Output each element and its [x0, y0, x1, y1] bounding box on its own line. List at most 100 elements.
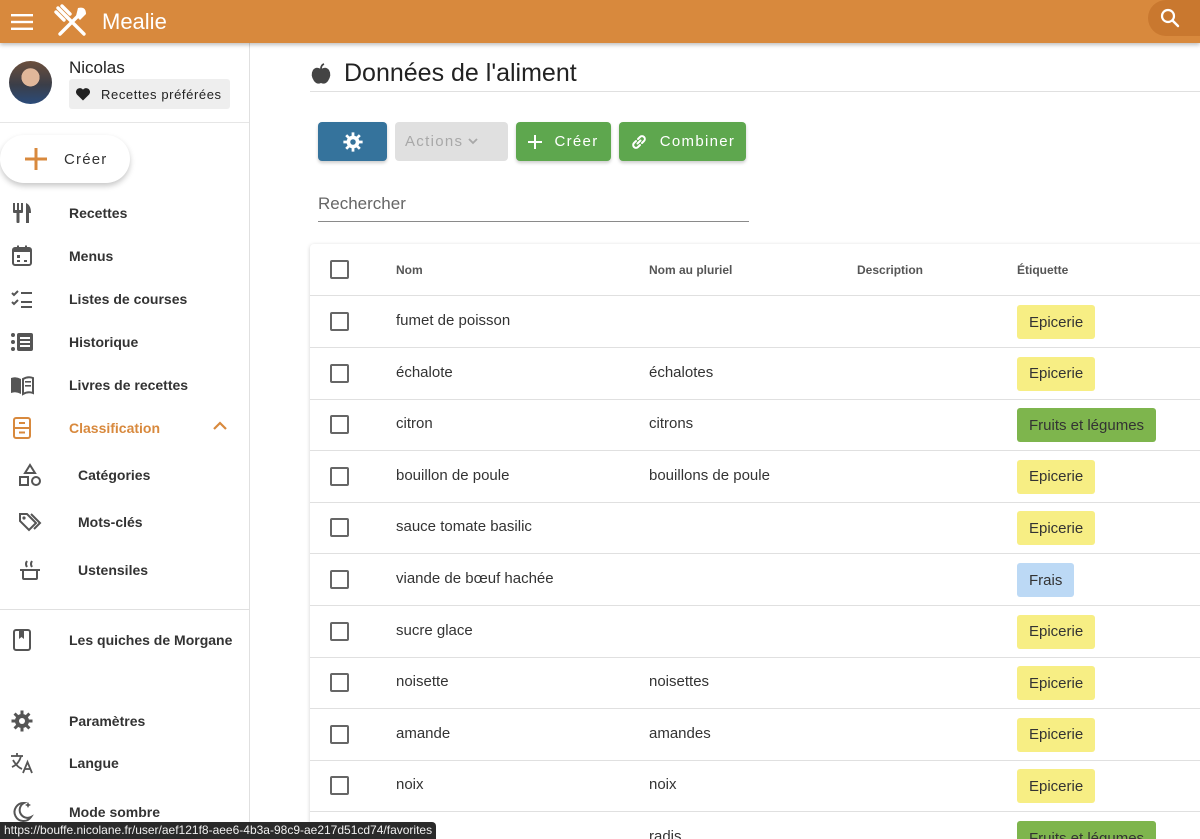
row-checkbox[interactable] [330, 776, 349, 796]
row-checkbox[interactable] [330, 673, 349, 693]
tags-icon [19, 513, 42, 532]
actions-label: Actions [405, 133, 464, 150]
label-chip[interactable]: Fruits et légumes [1017, 821, 1157, 839]
sidebar-item-label: Mode sombre [69, 804, 161, 820]
apple-icon [311, 63, 331, 84]
table-header: Nom Nom au pluriel Description Étiquette [310, 244, 1200, 296]
table-row[interactable]: échalote échalotes Epicerie [310, 348, 1200, 400]
sidebar-item-parametres[interactable]: Paramètres [0, 701, 249, 741]
column-header-plural[interactable]: Nom au pluriel [649, 263, 732, 277]
chevron-up-icon[interactable] [210, 416, 230, 436]
cell-name: sauce tomate basilic [396, 518, 532, 536]
row-checkbox[interactable] [330, 363, 349, 383]
row-checkbox[interactable] [330, 724, 349, 744]
create-food-label: Créer [554, 133, 599, 150]
sidebar-item-label: Catégories [78, 467, 151, 483]
app-bar: Mealie [0, 0, 1200, 43]
label-chip[interactable]: Epicerie [1017, 305, 1096, 339]
label-chip[interactable]: Epicerie [1017, 511, 1096, 546]
user-profile: Nicolas Recettes préférées [0, 43, 249, 123]
label-chip[interactable]: Epicerie [1017, 769, 1096, 804]
cell-name: échalote [396, 363, 453, 381]
sidebar-item-label: Listes de courses [69, 291, 188, 307]
sidebar-item-label: Recettes [69, 205, 128, 221]
create-button[interactable]: Créer [0, 135, 130, 183]
sidebar-item-ustensiles[interactable]: Ustensiles [0, 550, 249, 590]
label-chip[interactable]: Fruits et légumes [1017, 408, 1157, 443]
combine-label: Combiner [659, 133, 736, 150]
row-checkbox[interactable] [330, 466, 349, 486]
table-row[interactable]: radis Fruits et légumes [310, 812, 1200, 839]
column-header-name[interactable]: Nom [396, 263, 423, 277]
sidebar-item-label: Langue [69, 755, 119, 771]
table-row[interactable]: fumet de poisson Epicerie [310, 296, 1200, 348]
sidebar-item-classification[interactable]: Classification [0, 408, 249, 448]
cell-name: sucre glace [396, 621, 473, 639]
label-chip[interactable]: Epicerie [1017, 717, 1096, 752]
label-chip[interactable]: Frais [1017, 563, 1075, 597]
create-label: Créer [64, 150, 108, 168]
moon-icon [13, 801, 34, 822]
row-checkbox[interactable] [330, 621, 349, 641]
pot-icon [20, 560, 40, 580]
sidebar-item-listes-de-courses[interactable]: Listes de courses [0, 279, 249, 319]
cell-name: citron [396, 415, 433, 433]
app-title[interactable]: Mealie [102, 9, 167, 35]
column-header-description[interactable]: Description [857, 263, 923, 277]
sidebar-item-categories[interactable]: Catégories [0, 455, 249, 495]
table-row[interactable]: sauce tomate basilic Epicerie [310, 502, 1200, 555]
cell-plural: échalotes [649, 363, 714, 381]
sidebar-item-label: Classification [69, 420, 161, 436]
search-icon [1160, 8, 1180, 28]
cell-name: bouillon de poule [396, 466, 510, 484]
label-chip[interactable]: Epicerie [1017, 356, 1096, 391]
gear-icon [11, 710, 33, 732]
sidebar-item-recettes[interactable]: Recettes [0, 193, 249, 233]
column-header-label[interactable]: Étiquette [1017, 263, 1068, 277]
table-row[interactable]: bouillon de poule bouillons de poule Epice… [310, 451, 1200, 503]
sidebar-item-historique[interactable]: Historique [0, 322, 249, 362]
menu-icon[interactable] [0, 0, 44, 43]
cell-plural: noisettes [649, 673, 710, 691]
table-row[interactable]: noix noix Epicerie [310, 760, 1200, 813]
favorites-chip[interactable]: Recettes préférées [69, 79, 230, 109]
settings-button[interactable] [318, 122, 387, 161]
table-row[interactable]: citron citrons Fruits et légumes [310, 399, 1200, 452]
table-row[interactable]: amande amandes Epicerie [310, 709, 1200, 761]
row-checkbox[interactable] [330, 312, 349, 331]
avatar[interactable] [9, 61, 52, 104]
row-checkbox[interactable] [330, 570, 349, 589]
checklist-icon [11, 290, 32, 308]
sidebar-item-label: Historique [69, 334, 139, 350]
select-all-checkbox[interactable] [330, 260, 349, 279]
sidebar-item-livres-de-recettes[interactable]: Livres de recettes [0, 365, 249, 405]
row-checkbox[interactable] [330, 415, 349, 435]
sidebar-item-label: Ustensiles [78, 562, 149, 578]
row-checkbox[interactable] [330, 518, 349, 538]
sidebar-item-cookbook[interactable]: Les quiches de Morgane [0, 620, 249, 660]
label-chip[interactable]: Epicerie [1017, 614, 1096, 649]
table-row[interactable]: sucre glace Epicerie [310, 606, 1200, 658]
label-chip[interactable]: Epicerie [1017, 459, 1096, 494]
user-name: Nicolas [69, 58, 125, 77]
sidebar-item-label: Mots-clés [78, 514, 143, 530]
sidebar-item-langue[interactable]: Langue [0, 743, 249, 783]
label-chip[interactable]: Epicerie [1017, 666, 1096, 701]
chevron-down-icon [468, 138, 478, 145]
table-row[interactable]: viande de bœuf hachée Frais [310, 554, 1200, 606]
calendar-icon [12, 245, 32, 266]
sidebar-item-mots-cles[interactable]: Mots-clés [0, 502, 249, 542]
actions-dropdown[interactable]: Actions [395, 122, 508, 161]
status-bar-url: https://bouffe.nicolane.fr/user/aef121f8… [0, 822, 437, 839]
create-food-button[interactable]: Créer [516, 122, 611, 161]
bookmark-book-icon [13, 629, 31, 651]
combine-button[interactable]: Combiner [619, 122, 746, 161]
search-button[interactable] [1148, 0, 1200, 36]
table-row[interactable]: noisette noisettes Epicerie [310, 657, 1200, 710]
search-input[interactable]: Rechercher [318, 190, 749, 222]
sidebar-item-label: Paramètres [69, 713, 146, 729]
cell-name: noisette [396, 673, 449, 691]
sidebar-item-menus[interactable]: Menus [0, 236, 249, 276]
mealie-logo-icon[interactable] [52, 2, 92, 42]
sidebar-item-label: Menus [69, 248, 114, 264]
